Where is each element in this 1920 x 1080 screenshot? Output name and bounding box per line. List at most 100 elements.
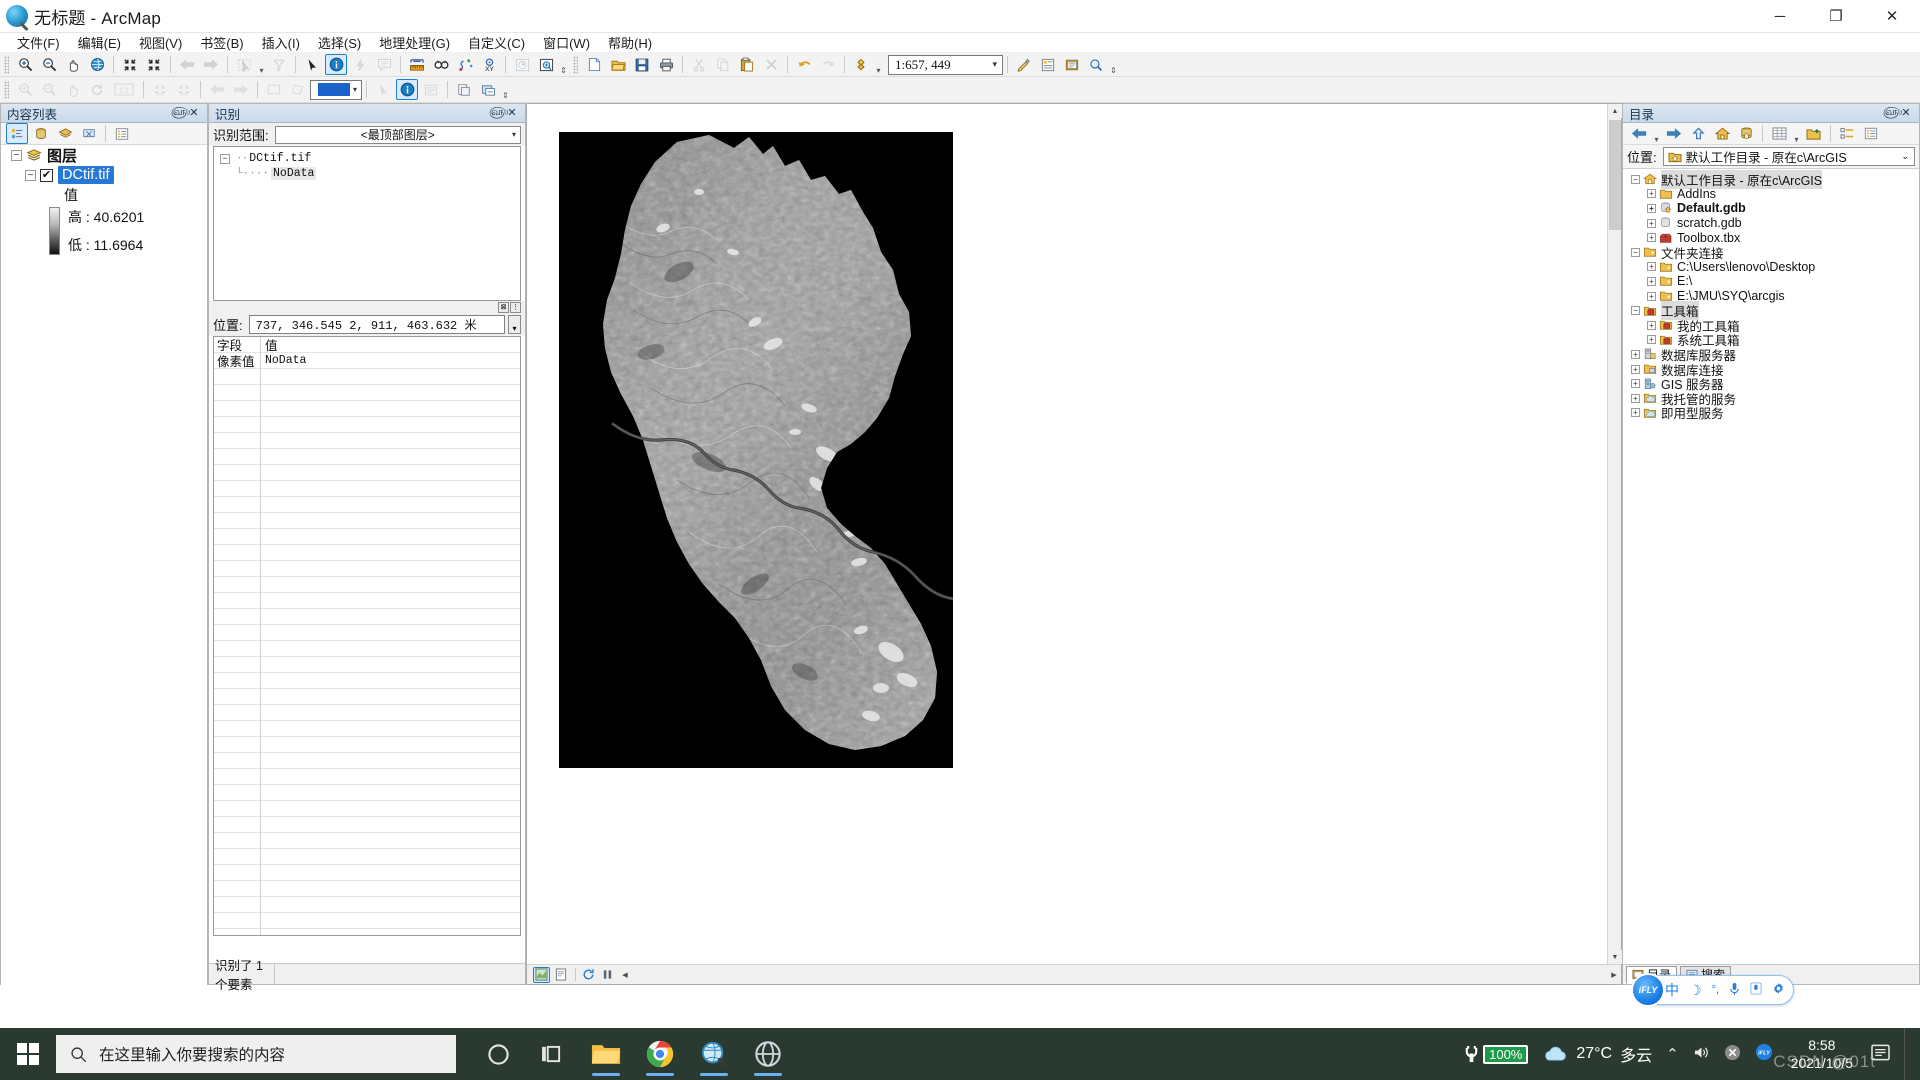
antivirus-icon[interactable] bbox=[1724, 1044, 1741, 1065]
pan-icon[interactable] bbox=[62, 54, 84, 75]
fixed-zoom-out2-icon[interactable] bbox=[173, 79, 195, 100]
menu-edit[interactable]: 编辑(E) bbox=[69, 32, 130, 53]
create-viewer-icon[interactable] bbox=[535, 54, 557, 75]
expand-icon[interactable]: + bbox=[1631, 408, 1640, 417]
go-to-xy-icon[interactable]: XY bbox=[478, 54, 500, 75]
menu-bookmarks[interactable]: 书签(B) bbox=[191, 32, 252, 53]
fill-color-combo[interactable]: ▾ bbox=[310, 80, 362, 100]
toc-close-button[interactable]: ✕ bbox=[188, 106, 200, 120]
find-route-icon[interactable] bbox=[454, 54, 476, 75]
menu-geoprocessing[interactable]: 地理处理(G) bbox=[370, 32, 459, 53]
toc-pin-button[interactable]: ௵ bbox=[171, 106, 183, 120]
ime-language-button[interactable]: 中 bbox=[1665, 980, 1679, 1000]
catalog-pin-button[interactable]: ௵ bbox=[1883, 106, 1895, 120]
zoom-out-tool-icon[interactable] bbox=[38, 79, 60, 100]
connect-folder-icon[interactable] bbox=[1803, 123, 1825, 144]
default-geodatabase-icon[interactable] bbox=[1735, 123, 1757, 144]
catalog-tree-item[interactable]: +E:\ bbox=[1623, 274, 1919, 289]
select-features-icon[interactable] bbox=[233, 54, 255, 75]
scroll-left-icon[interactable]: ◀ bbox=[618, 965, 632, 985]
chevron-up-icon[interactable]: ⌃ bbox=[1666, 1045, 1679, 1063]
scroll-up-icon[interactable]: ▲ bbox=[1608, 104, 1622, 118]
home-folder-icon[interactable] bbox=[1711, 123, 1733, 144]
delete-icon[interactable] bbox=[760, 54, 782, 75]
time-slider-icon[interactable] bbox=[511, 54, 533, 75]
toc-root-layers[interactable]: − 图层 bbox=[1, 145, 207, 165]
draw-polygon-icon[interactable] bbox=[287, 79, 309, 100]
fixed-zoom-in2-icon[interactable] bbox=[149, 79, 171, 100]
collapse-icon[interactable]: − bbox=[220, 154, 230, 164]
catalog-tree-item[interactable]: −文件夹连接 bbox=[1623, 245, 1919, 260]
ime-voice-icon[interactable] bbox=[1729, 982, 1740, 999]
expand-icon[interactable]: + bbox=[1647, 189, 1656, 198]
ime-toolbar[interactable]: iFLY 中 ☽ °, bbox=[1634, 975, 1794, 1005]
start-button[interactable] bbox=[0, 1028, 56, 1080]
expand-icon[interactable]: + bbox=[1647, 262, 1656, 271]
toc-options-icon[interactable] bbox=[111, 123, 133, 144]
add-data-dropdown-icon[interactable]: ▾ bbox=[873, 54, 884, 75]
paste-icon[interactable] bbox=[736, 54, 758, 75]
prev-extent-icon[interactable] bbox=[206, 79, 228, 100]
print-icon[interactable] bbox=[655, 54, 677, 75]
map-vertical-scrollbar[interactable]: ▲ ▼ bbox=[1607, 104, 1621, 964]
menu-file[interactable]: 文件(F) bbox=[8, 32, 69, 53]
redo-icon[interactable] bbox=[817, 54, 839, 75]
chevron-down-icon[interactable]: ▾ bbox=[992, 59, 997, 70]
pan-tool-icon[interactable] bbox=[62, 79, 84, 100]
chevron-down-icon[interactable]: ▾ bbox=[512, 130, 516, 139]
up-one-level-icon[interactable] bbox=[1687, 123, 1709, 144]
list-by-visibility-icon[interactable] bbox=[54, 123, 76, 144]
open-icon[interactable] bbox=[607, 54, 629, 75]
maximize-button[interactable]: ❐ bbox=[1808, 0, 1864, 33]
zoom-out-icon[interactable] bbox=[38, 54, 60, 75]
collapse-icon[interactable]: − bbox=[25, 170, 36, 181]
menu-insert[interactable]: 插入(I) bbox=[253, 32, 309, 53]
search-icon[interactable] bbox=[1085, 54, 1107, 75]
collapse-icon[interactable]: − bbox=[1631, 248, 1640, 257]
refresh-icon[interactable] bbox=[580, 967, 597, 983]
back-icon[interactable] bbox=[1628, 123, 1650, 144]
ime-moon-icon[interactable]: ☽ bbox=[1689, 982, 1702, 999]
toolbar-grip[interactable] bbox=[4, 56, 9, 74]
standard-toolbar-overflow-icon[interactable]: ⇕ bbox=[1108, 54, 1119, 75]
taskbar-search-box[interactable]: 在这里输入你要搜索的内容 bbox=[56, 1035, 456, 1073]
select-features-dropdown-icon[interactable]: ▾ bbox=[256, 54, 267, 75]
tools-toolbar-overflow-icon[interactable]: ⇕ bbox=[558, 54, 569, 75]
action-center-icon[interactable] bbox=[1871, 1044, 1890, 1065]
new-map-icon[interactable] bbox=[583, 54, 605, 75]
back-extent-icon[interactable] bbox=[176, 54, 198, 75]
pause-drawing-icon[interactable] bbox=[599, 967, 616, 983]
identify-icon[interactable] bbox=[325, 54, 347, 75]
select-elements2-icon[interactable] bbox=[372, 79, 394, 100]
menu-selection[interactable]: 选择(S) bbox=[309, 32, 370, 53]
identify2-icon[interactable] bbox=[396, 79, 418, 100]
catalog-location-combo[interactable]: 默认工作目录 - 原在c\ArcGIS ⌄ bbox=[1663, 147, 1915, 166]
layout-view-icon[interactable] bbox=[552, 967, 569, 983]
ime-keyboard-icon[interactable] bbox=[1750, 982, 1762, 998]
menu-window[interactable]: 窗口(W) bbox=[534, 32, 599, 53]
catalog-tree-item[interactable]: +scratch.gdb bbox=[1623, 216, 1919, 231]
catalog-tree-item[interactable]: −工具箱 bbox=[1623, 303, 1919, 318]
expand-icon[interactable]: + bbox=[1647, 335, 1656, 344]
ifly-logo-icon[interactable]: iFLY bbox=[1631, 973, 1665, 1007]
html-popup-icon[interactable] bbox=[373, 54, 395, 75]
menu-view[interactable]: 视图(V) bbox=[130, 32, 191, 53]
cut-icon[interactable] bbox=[688, 54, 710, 75]
photos-icon[interactable] bbox=[744, 1031, 792, 1077]
identify-results-tree[interactable]: − ·· DCtif.tif └···· NoData bbox=[213, 146, 521, 301]
editor-toolbar-icon[interactable] bbox=[1013, 54, 1035, 75]
map-scale-combo[interactable]: 1:657, 449 ▾ bbox=[888, 55, 1003, 75]
find-icon[interactable] bbox=[430, 54, 452, 75]
clear-selection-icon[interactable] bbox=[268, 54, 290, 75]
identify-options-button[interactable]: ⋮ bbox=[510, 302, 521, 313]
catalog-tree-item[interactable]: +我的工具箱 bbox=[1623, 318, 1919, 333]
copy-icon[interactable] bbox=[712, 54, 734, 75]
scroll-thumb[interactable] bbox=[1609, 120, 1621, 230]
ime-punctuation-icon[interactable]: °, bbox=[1712, 984, 1719, 996]
chevron-down-icon[interactable]: ▾ bbox=[353, 85, 357, 94]
catalog-close-button[interactable]: ✕ bbox=[1900, 106, 1912, 120]
expand-icon[interactable]: + bbox=[1631, 350, 1640, 359]
standard-toolbar-grip[interactable] bbox=[573, 56, 578, 74]
show-desktop-button[interactable] bbox=[1904, 1028, 1914, 1080]
identify-location-value[interactable]: 737, 346.545 2, 911, 463.632 米 bbox=[249, 315, 505, 334]
